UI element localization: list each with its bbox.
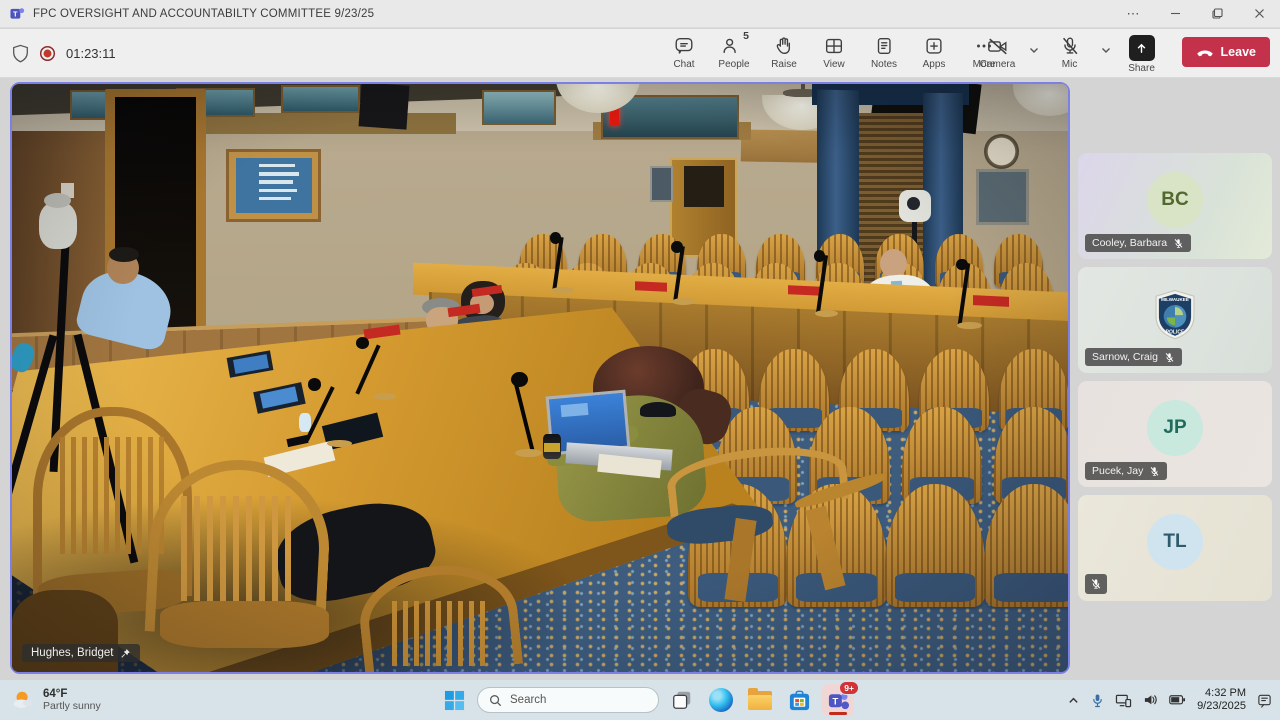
- participant-tile-cooley[interactable]: BC Cooley, Barbara: [1078, 153, 1272, 259]
- avatar: JP: [1147, 400, 1203, 456]
- weather-temp: 64°F: [43, 688, 101, 700]
- teams-taskbar-icon[interactable]: T 9+: [822, 684, 854, 716]
- meeting-timer: 01:23:11: [66, 46, 116, 61]
- start-button[interactable]: [438, 684, 470, 716]
- weather-condition: Partly sunny: [43, 700, 101, 712]
- meeting-toolbar: 01:23:11 Chat 5 People Raise View Notes …: [0, 29, 1280, 78]
- tray-clock[interactable]: 4:32 PM 9/23/2025: [1197, 687, 1246, 713]
- participant-mute-badge: [1085, 574, 1107, 594]
- tray-chevron-icon[interactable]: [1067, 694, 1080, 707]
- share-screen-icon: [1129, 35, 1155, 61]
- view-button[interactable]: View: [812, 32, 856, 70]
- apps-button[interactable]: Apps: [912, 32, 956, 70]
- tray-network-icon[interactable]: [1115, 693, 1132, 708]
- participant-tile-tl[interactable]: TL: [1078, 495, 1272, 601]
- mic-muted-icon: [1149, 466, 1160, 477]
- notes-icon: [873, 35, 895, 57]
- chat-button[interactable]: Chat: [662, 32, 706, 70]
- tray-battery-icon[interactable]: [1169, 694, 1186, 706]
- tray-volume-icon[interactable]: [1143, 693, 1158, 707]
- search-placeholder: Search: [510, 694, 546, 706]
- notes-button[interactable]: Notes: [862, 32, 906, 70]
- people-button[interactable]: 5 People: [712, 32, 756, 70]
- meeting-stage: Hughes, Bridget BC Cooley, Barbara MILWA…: [0, 79, 1280, 680]
- share-button[interactable]: Share: [1120, 32, 1164, 74]
- participant-sidebar: BC Cooley, Barbara MILWAUKEE POLICE Sarno…: [1078, 153, 1272, 601]
- raise-hand-icon: [773, 35, 795, 57]
- windows-taskbar: 64°F Partly sunny Search T 9+: [0, 680, 1280, 720]
- chat-icon: [673, 35, 695, 57]
- microsoft-store-icon[interactable]: [783, 684, 815, 716]
- svg-text:T: T: [832, 696, 838, 707]
- teams-notification-badge: 9+: [839, 681, 859, 695]
- weather-widget[interactable]: 64°F Partly sunny: [10, 688, 101, 712]
- leave-button[interactable]: Leave: [1182, 37, 1270, 67]
- meeting-room-video: [12, 84, 1068, 672]
- mic-muted-icon: [1164, 352, 1175, 363]
- people-count-badge: 5: [743, 30, 749, 52]
- weather-icon: [10, 688, 36, 712]
- search-icon: [489, 694, 502, 707]
- avatar: TL: [1147, 514, 1203, 570]
- camera-options-chevron[interactable]: [1028, 44, 1040, 56]
- mic-off-icon: [1059, 35, 1081, 57]
- pinned-speaker-name: Hughes, Bridget: [31, 647, 113, 659]
- participant-name-badge: Pucek, Jay: [1085, 462, 1167, 480]
- teams-app-icon: T: [10, 6, 25, 21]
- svg-text:POLICE: POLICE: [1166, 329, 1185, 335]
- participant-name-badge: Cooley, Barbara: [1085, 234, 1191, 252]
- vignette: [12, 84, 1068, 672]
- search-box[interactable]: Search: [477, 687, 659, 713]
- svg-text:MILWAUKEE: MILWAUKEE: [1161, 296, 1189, 301]
- mic-muted-icon: [1090, 578, 1102, 590]
- task-view-button[interactable]: [666, 684, 698, 716]
- window-titlebar: T FPC OVERSIGHT AND ACCOUNTABILTY COMMIT…: [0, 0, 1280, 28]
- notification-bell-icon[interactable]: [1257, 693, 1272, 708]
- svg-text:T: T: [13, 10, 18, 19]
- privacy-shield-icon: [12, 44, 29, 63]
- milwaukee-police-badge-logo: MILWAUKEE POLICE: [1147, 286, 1203, 342]
- pinned-speaker-badge: Hughes, Bridget: [22, 644, 140, 662]
- pin-icon: [120, 648, 131, 659]
- tray-mic-icon[interactable]: [1091, 693, 1104, 708]
- participant-name-badge: Sarnow, Craig: [1085, 348, 1182, 366]
- camera-off-icon: [986, 35, 1010, 57]
- close-button[interactable]: [1238, 0, 1280, 27]
- window-more-button[interactable]: ⋯: [1112, 0, 1154, 27]
- view-grid-icon: [823, 35, 845, 57]
- hangup-phone-icon: [1196, 46, 1214, 58]
- recording-indicator: [39, 45, 56, 62]
- apps-icon: [923, 35, 945, 57]
- avatar: BC: [1147, 172, 1203, 228]
- people-icon: 5: [720, 35, 748, 57]
- tray-time: 4:32 PM: [1197, 687, 1246, 700]
- window-title: FPC OVERSIGHT AND ACCOUNTABILTY COMMITTE…: [33, 8, 374, 20]
- mic-options-chevron[interactable]: [1100, 44, 1112, 56]
- raise-hand-button[interactable]: Raise: [762, 32, 806, 70]
- participant-tile-pucek[interactable]: JP Pucek, Jay: [1078, 381, 1272, 487]
- mic-muted-icon: [1173, 238, 1184, 249]
- tray-date: 9/23/2025: [1197, 700, 1246, 713]
- mic-button[interactable]: Mic: [1048, 32, 1092, 70]
- participant-tile-sarnow[interactable]: MILWAUKEE POLICE Sarnow, Craig: [1078, 267, 1272, 373]
- file-explorer-icon[interactable]: [744, 684, 776, 716]
- edge-browser-icon[interactable]: [705, 684, 737, 716]
- maximize-button[interactable]: [1196, 0, 1238, 27]
- minimize-button[interactable]: [1154, 0, 1196, 27]
- pinned-video-tile[interactable]: Hughes, Bridget: [10, 82, 1070, 674]
- camera-button[interactable]: Camera: [976, 32, 1020, 70]
